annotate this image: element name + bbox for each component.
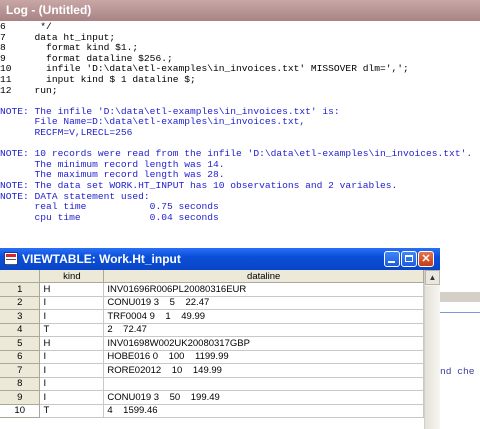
- cell-dataline[interactable]: RORE02012 10 149.99: [103, 363, 424, 378]
- table-row[interactable]: 4T2 72.47: [0, 323, 424, 337]
- scroll-up-arrow-icon[interactable]: ▲: [425, 270, 440, 285]
- row-number[interactable]: 7: [0, 363, 41, 378]
- cell-dataline[interactable]: [103, 377, 424, 391]
- row-number[interactable]: 3: [0, 309, 41, 324]
- cell-kind[interactable]: I: [39, 390, 105, 405]
- grid-header-row: kind dataline: [0, 270, 424, 283]
- cell-dataline[interactable]: INV01696R006PL20080316EUR: [103, 282, 424, 297]
- log-line: 6 */: [0, 21, 52, 32]
- log-title: Log - (Untitled): [6, 3, 92, 17]
- scrollbar-track[interactable]: [425, 286, 440, 429]
- cell-dataline[interactable]: 4 1599.46: [103, 404, 424, 418]
- log-line: 12 run;: [0, 84, 58, 96]
- table-row[interactable]: 5 H INV01698W002UK20080317GBP: [0, 336, 424, 351]
- vertical-scrollbar[interactable]: ▲: [424, 270, 440, 429]
- cell-kind[interactable]: H: [39, 336, 105, 351]
- cell-kind[interactable]: T: [39, 323, 105, 337]
- row-number[interactable]: 5: [0, 336, 41, 351]
- minimize-icon: [388, 261, 395, 263]
- row-number[interactable]: 2: [0, 296, 41, 310]
- grid-body: 1 H INV01696R006PL20080316EUR 2 I CONU019 3 5…: [0, 282, 424, 418]
- row-number[interactable]: 4: [0, 323, 41, 337]
- maximize-button[interactable]: [401, 251, 417, 267]
- cell-dataline[interactable]: CONU019 3 5 22.47: [103, 296, 424, 310]
- data-grid: kind dataline 1 H INV01696R006PL20080316EU…: [0, 270, 424, 429]
- log-line: cpu time 0.04 seconds: [0, 211, 219, 223]
- log-titlebar[interactable]: Log - (Untitled): [0, 0, 480, 21]
- table-row[interactable]: 3 I TRF0004 9 1 49.99: [0, 309, 424, 324]
- table-window-icon: [4, 252, 18, 265]
- table-row[interactable]: 9 I CONU019 3 50 199.49: [0, 390, 424, 405]
- minimize-button[interactable]: [384, 251, 400, 267]
- log-background-panel: [438, 292, 480, 302]
- table-row[interactable]: 1 H INV01696R006PL20080316EUR: [0, 282, 424, 297]
- cell-kind[interactable]: H: [39, 282, 105, 297]
- column-header-kind[interactable]: kind: [39, 270, 105, 283]
- maximize-icon: [405, 255, 413, 262]
- close-icon: ✕: [421, 253, 431, 265]
- row-number[interactable]: 9: [0, 390, 41, 405]
- cell-kind[interactable]: I: [39, 363, 105, 378]
- cell-dataline[interactable]: TRF0004 9 1 49.99: [103, 309, 424, 324]
- table-row[interactable]: 7 I RORE02012 10 149.99: [0, 363, 424, 378]
- cell-dataline[interactable]: 2 72.47: [103, 323, 424, 337]
- table-row[interactable]: 2 I CONU019 3 5 22.47: [0, 296, 424, 310]
- column-header-dataline[interactable]: dataline: [103, 270, 424, 283]
- row-number[interactable]: 8: [0, 377, 41, 391]
- log-line: RECFM=V,LRECL=256: [0, 126, 133, 138]
- cell-kind[interactable]: I: [39, 377, 105, 391]
- cell-dataline[interactable]: INV01698W002UK20080317GBP: [103, 336, 424, 351]
- viewtable-window: VIEWTABLE: Work.Ht_input ✕ kind dataline…: [0, 248, 440, 429]
- viewtable-title: VIEWTABLE: Work.Ht_input: [22, 252, 181, 266]
- row-number[interactable]: 6: [0, 350, 41, 364]
- cell-kind[interactable]: I: [39, 309, 105, 324]
- table-row[interactable]: 8I: [0, 377, 424, 391]
- row-number[interactable]: 10: [0, 404, 41, 418]
- log-divider: [438, 312, 480, 313]
- close-button[interactable]: ✕: [418, 251, 434, 267]
- log-partial-text: nd che: [440, 366, 475, 377]
- row-number[interactable]: 1: [0, 282, 41, 297]
- log-line: 11 input kind $ 1 dataline $;: [0, 73, 196, 85]
- viewtable-titlebar[interactable]: VIEWTABLE: Work.Ht_input ✕: [0, 248, 440, 270]
- cell-kind[interactable]: I: [39, 350, 105, 364]
- cell-dataline[interactable]: HOBE016 0 100 1199.99: [103, 350, 424, 364]
- table-row[interactable]: 6 I HOBE016 0 100 1199.99: [0, 350, 424, 364]
- log-line: NOTE: The data set WORK.HT_INPUT has 10 …: [0, 179, 398, 191]
- cell-dataline[interactable]: CONU019 3 50 199.49: [103, 390, 424, 405]
- cell-kind[interactable]: T: [39, 404, 105, 418]
- table-row[interactable]: 10 T 4 1599.46: [0, 404, 424, 418]
- row-number-header: [0, 270, 41, 283]
- cell-kind[interactable]: I: [39, 296, 105, 310]
